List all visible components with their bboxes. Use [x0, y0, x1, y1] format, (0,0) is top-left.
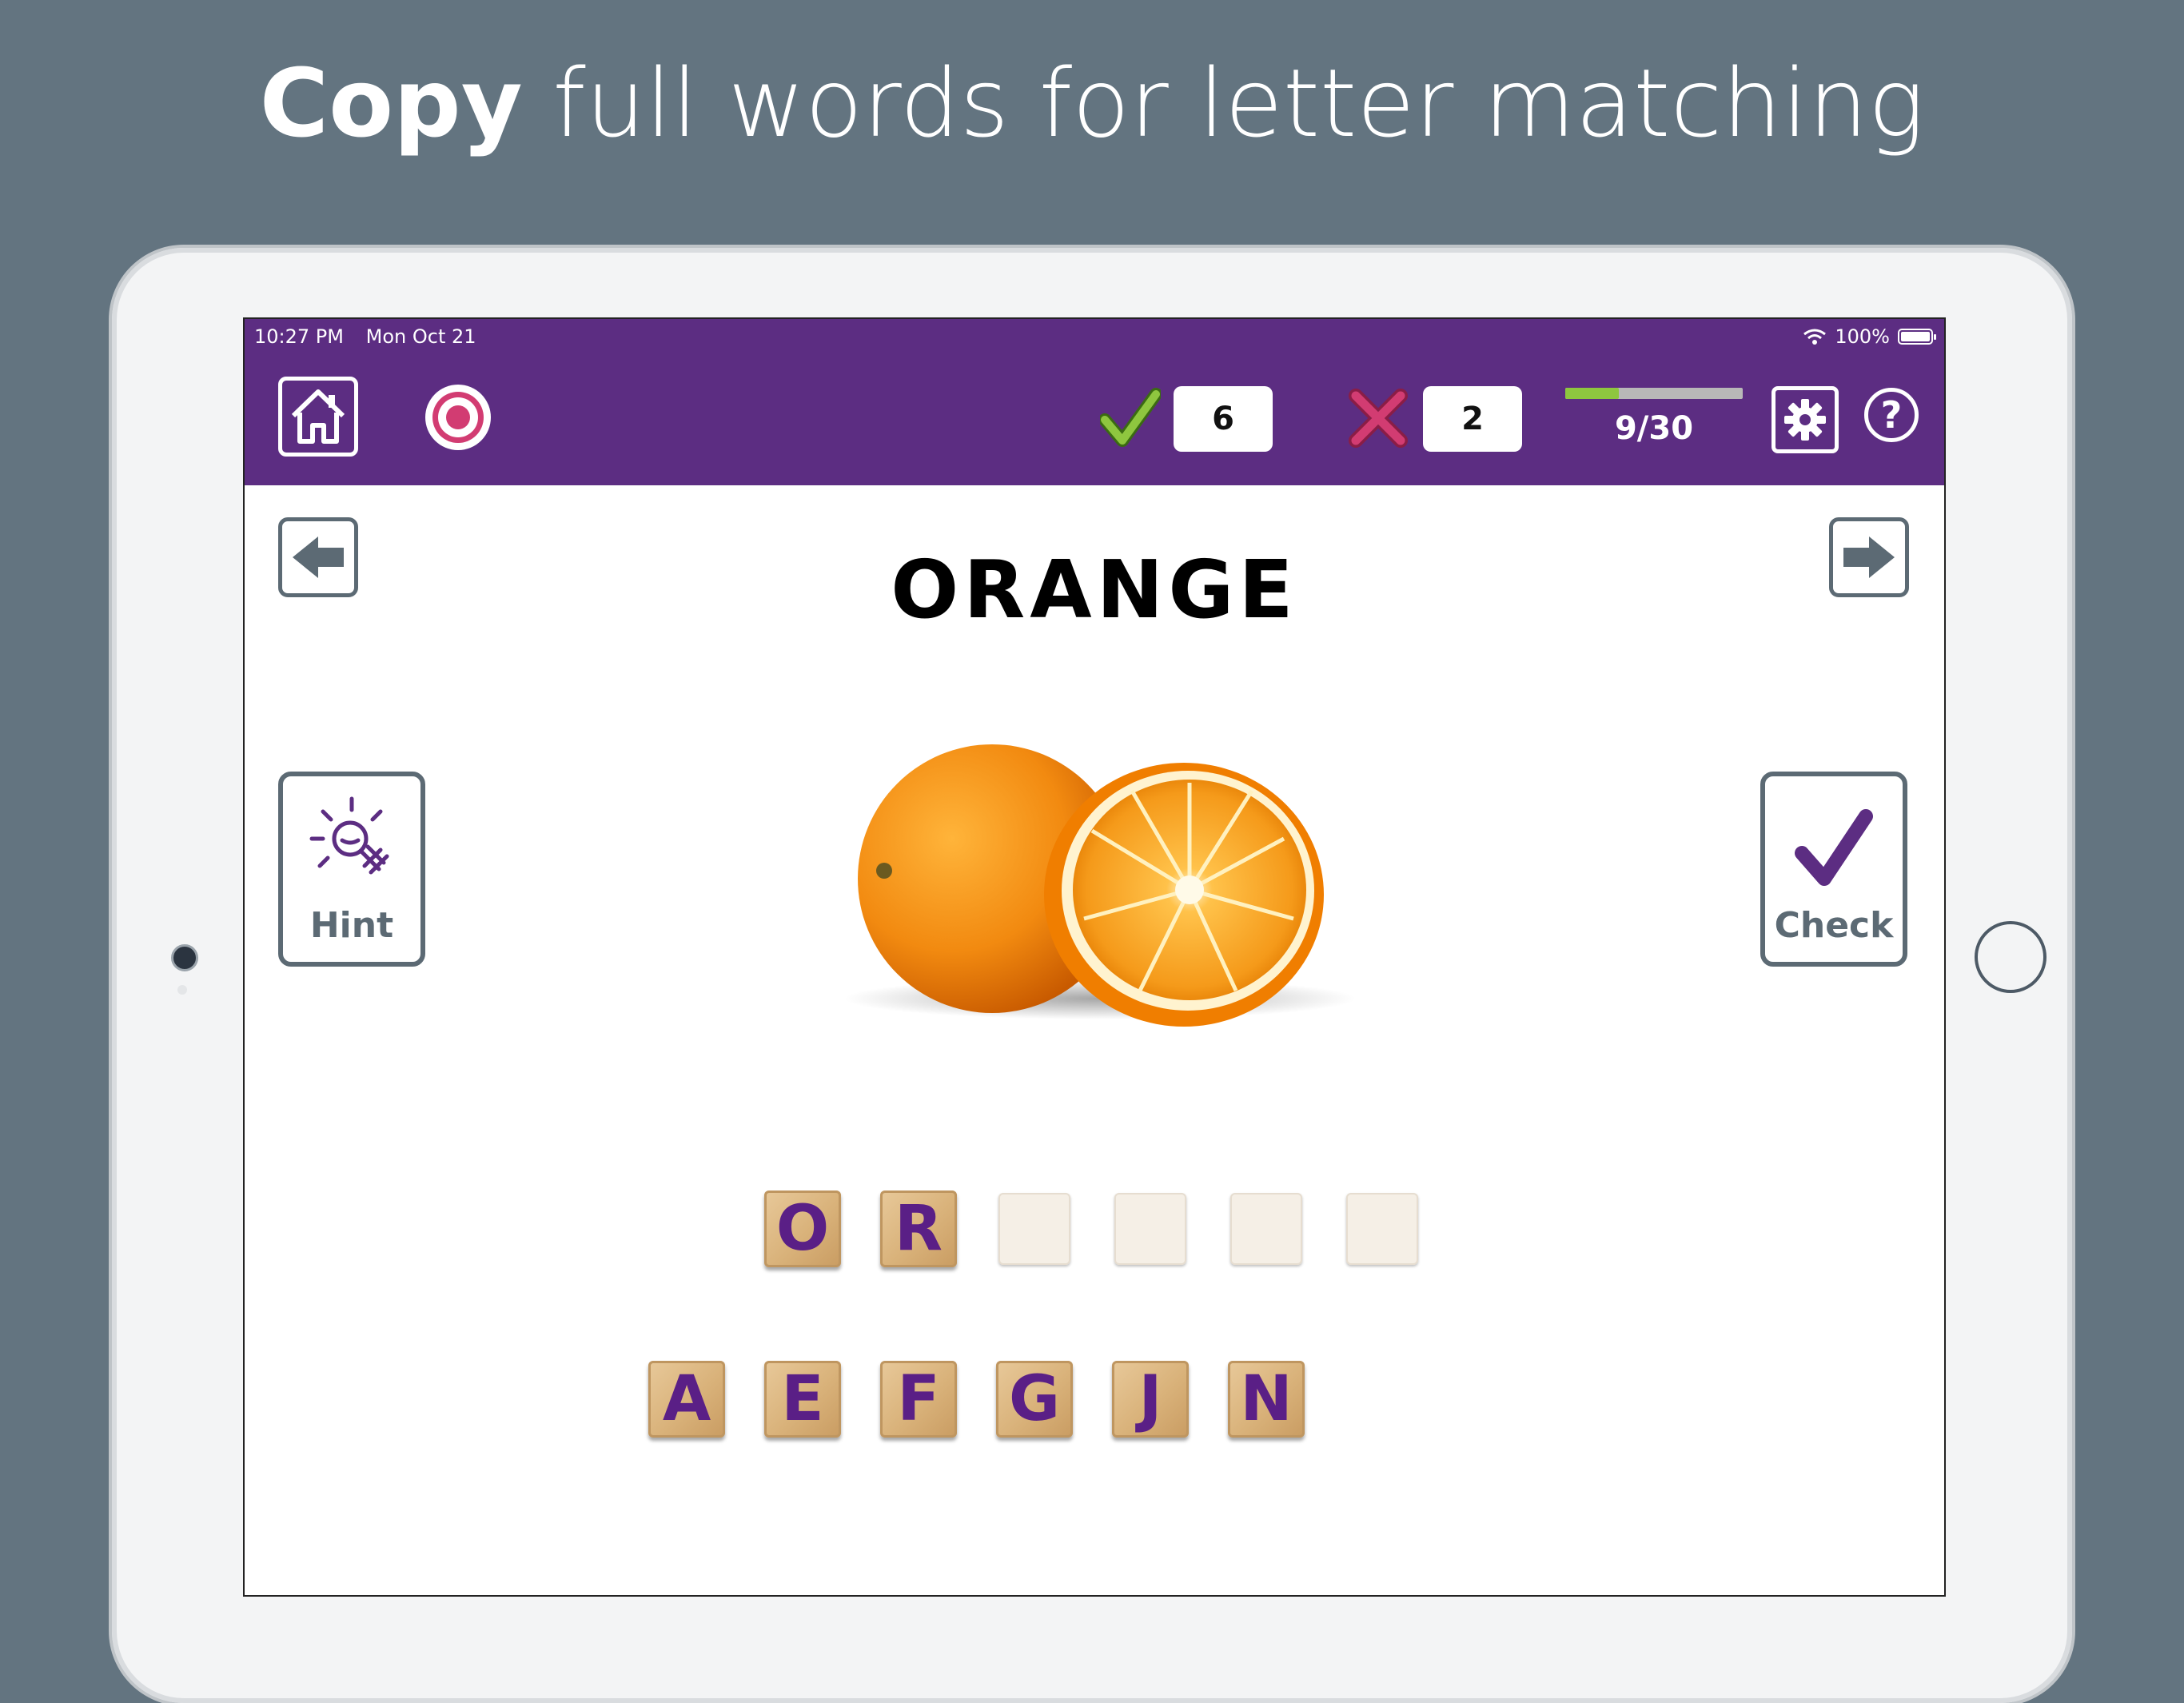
- battery-percent: 100%: [1835, 325, 1890, 348]
- home-button[interactable]: [278, 377, 358, 457]
- wifi-icon: [1803, 329, 1827, 345]
- empty-letter-slot[interactable]: [1230, 1193, 1302, 1265]
- record-button[interactable]: [425, 385, 491, 450]
- help-button[interactable]: ?: [1864, 388, 1919, 442]
- progress-bar: [1565, 388, 1743, 399]
- hint-label: Hint: [309, 905, 394, 946]
- target-word: ORANGE: [891, 543, 1298, 636]
- camera: [171, 944, 198, 971]
- placed-letter-tile[interactable]: O: [764, 1191, 841, 1267]
- headline-rest: full words for letter matching: [522, 48, 1925, 158]
- gear-icon: [1784, 399, 1826, 441]
- lightbulb-icon: [309, 796, 389, 875]
- empty-letter-slot[interactable]: [998, 1193, 1070, 1265]
- hint-button[interactable]: Hint: [278, 772, 425, 967]
- status-bar-left: 10:27 PM Mon Oct 21: [254, 325, 492, 348]
- device-home-button[interactable]: [1975, 921, 2047, 993]
- headline: Copy full words for letter matching: [0, 48, 2184, 158]
- letter-tile-n[interactable]: N: [1228, 1361, 1305, 1438]
- orange-image: [844, 744, 1356, 1027]
- correct-count: 6: [1174, 386, 1273, 452]
- letter-tile-g[interactable]: G: [996, 1361, 1073, 1438]
- incorrect-count: 2: [1423, 386, 1522, 452]
- settings-button[interactable]: [1772, 386, 1839, 453]
- empty-letter-slot[interactable]: [1114, 1193, 1186, 1265]
- check-label: Check: [1774, 905, 1894, 946]
- record-icon: [432, 392, 484, 443]
- check-button[interactable]: Check: [1760, 772, 1907, 967]
- sensor: [177, 985, 187, 995]
- correct-check-icon: [1100, 388, 1161, 447]
- status-bar-right: 100%: [1803, 325, 1936, 348]
- letter-tile-a[interactable]: A: [648, 1361, 725, 1438]
- placed-letter-tile[interactable]: R: [880, 1191, 957, 1267]
- home-icon: [291, 389, 345, 444]
- letter-tile-j[interactable]: J: [1112, 1361, 1189, 1438]
- empty-letter-slot[interactable]: [1346, 1193, 1418, 1265]
- progress: 9/30: [1565, 388, 1743, 447]
- status-date: Mon Oct 21: [365, 325, 476, 348]
- status-time: 10:27 PM: [254, 325, 344, 348]
- app-screen: 10:27 PM Mon Oct 21 100% 6 2 9/30 ? ORAN…: [243, 317, 1946, 1597]
- checkmark-icon: [1795, 809, 1873, 886]
- letter-tile-f[interactable]: F: [880, 1361, 957, 1438]
- top-bar: 10:27 PM Mon Oct 21 100% 6 2 9/30 ?: [245, 319, 1944, 485]
- battery-icon: [1898, 329, 1936, 345]
- progress-fill: [1565, 388, 1619, 399]
- incorrect-x-icon: [1349, 389, 1408, 448]
- letter-tile-e[interactable]: E: [764, 1361, 841, 1438]
- progress-text: 9/30: [1614, 410, 1694, 447]
- headline-bold: Copy: [259, 48, 523, 158]
